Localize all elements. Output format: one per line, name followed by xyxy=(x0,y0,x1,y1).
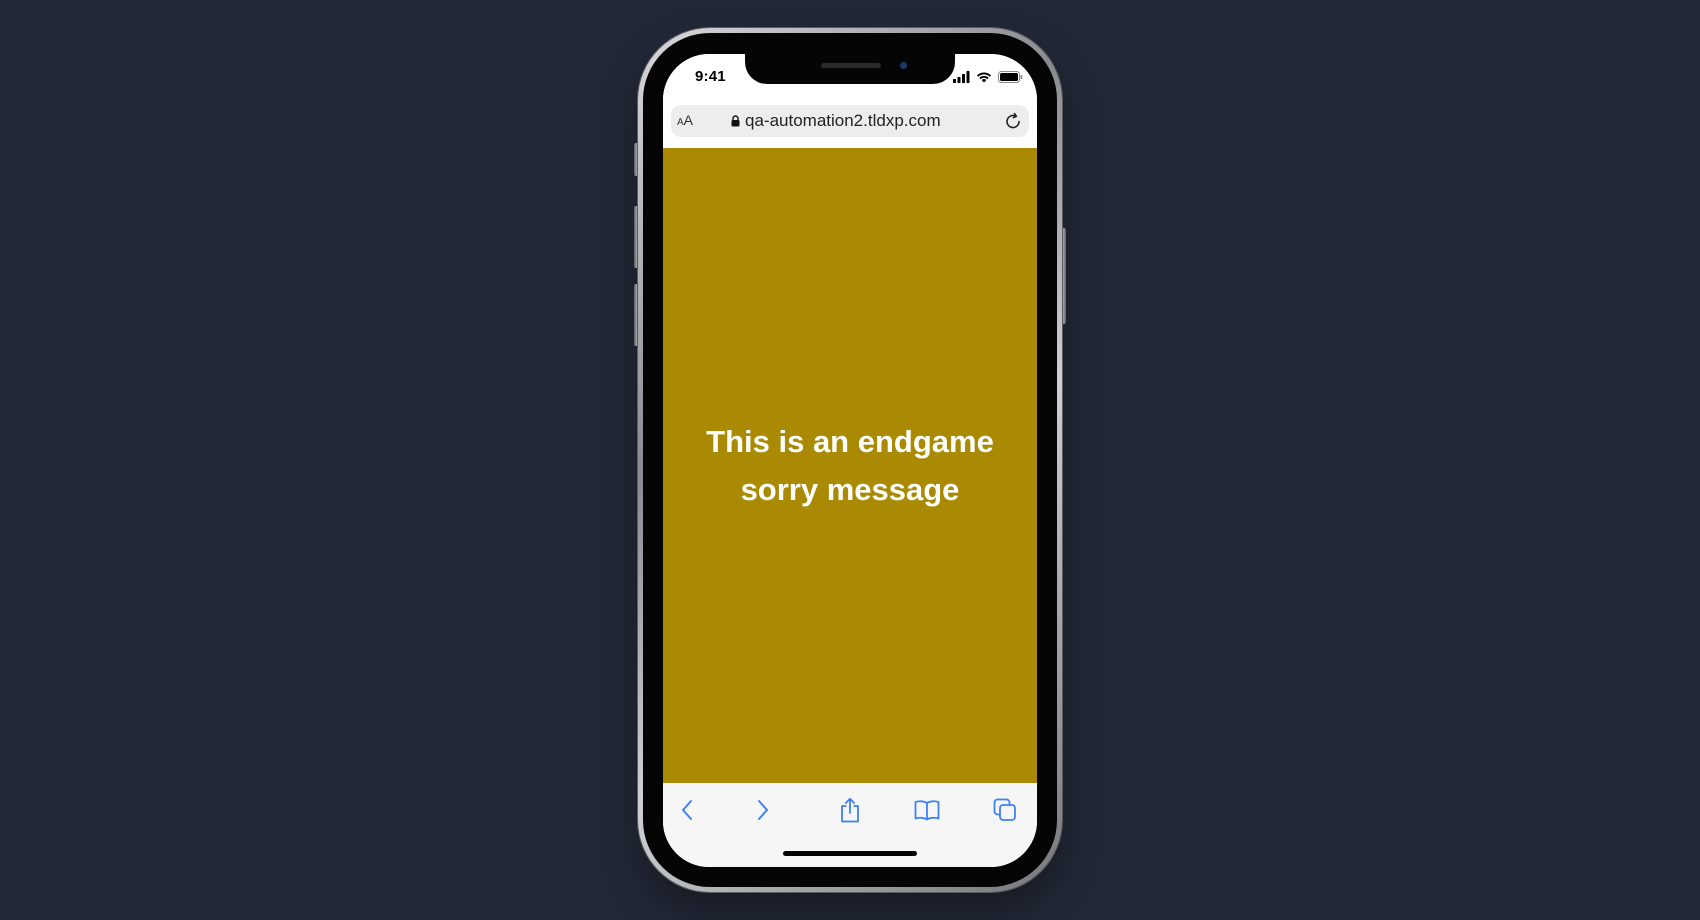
back-button[interactable] xyxy=(672,795,702,825)
share-button[interactable] xyxy=(835,795,865,825)
back-icon xyxy=(682,800,692,820)
reload-icon[interactable] xyxy=(1003,111,1023,131)
forward-icon xyxy=(758,800,768,820)
text-size-button[interactable]: AA xyxy=(677,112,693,128)
wifi-icon xyxy=(977,72,991,83)
url-display[interactable]: qa-automation2.tldxp.com xyxy=(731,105,941,137)
bookmarks-icon xyxy=(914,800,940,821)
sorry-message: This is an endgame sorry message xyxy=(706,423,994,507)
url-text: qa-automation2.tldxp.com xyxy=(745,111,941,130)
device-stage: 9:41 AA qa-automation2.tldxp.com This is… xyxy=(0,0,1700,920)
share-icon xyxy=(841,797,859,823)
lock-icon xyxy=(731,115,740,127)
cellular-signal-icon xyxy=(953,71,970,83)
front-camera xyxy=(900,62,907,69)
browser-toolbar xyxy=(663,783,1037,867)
phone-screen: 9:41 AA qa-automation2.tldxp.com This is… xyxy=(663,54,1037,867)
status-bar: 9:41 xyxy=(663,54,1037,102)
notch xyxy=(745,54,955,84)
bookmarks-button[interactable] xyxy=(912,795,942,825)
address-bar[interactable]: AA qa-automation2.tldxp.com xyxy=(671,105,1029,137)
text-size-small-label: A xyxy=(677,117,684,128)
status-time: 9:41 xyxy=(695,68,726,85)
tabs-icon xyxy=(993,798,1016,821)
tabs-button[interactable] xyxy=(990,795,1020,825)
forward-button[interactable] xyxy=(748,795,778,825)
text-size-large-label: A xyxy=(683,112,694,128)
battery-icon xyxy=(998,71,1023,83)
speaker-grille xyxy=(821,63,881,68)
status-icons xyxy=(953,70,1023,84)
home-indicator[interactable] xyxy=(783,851,917,856)
page-content: This is an endgame sorry message xyxy=(663,148,1037,783)
